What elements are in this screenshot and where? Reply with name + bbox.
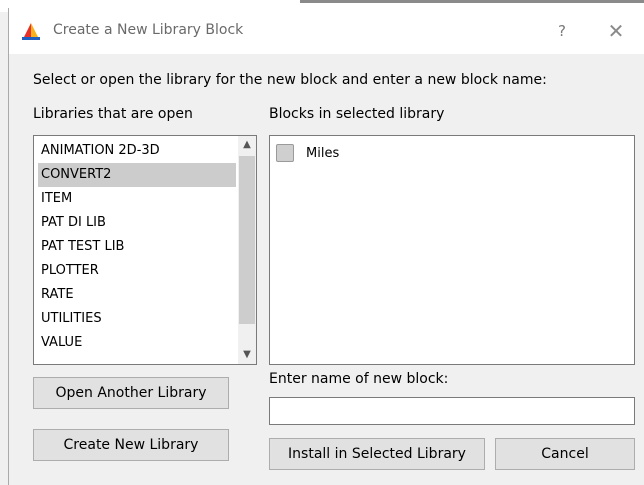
library-item[interactable]: ANIMATION 2D-3D <box>38 139 236 163</box>
title-bar[interactable]: Create a New Library Block ? ✕ <box>9 8 644 54</box>
block-item[interactable]: Miles <box>276 143 339 163</box>
block-item-label: Miles <box>306 145 340 161</box>
blocks-listbox[interactable]: Miles <box>269 135 635 365</box>
library-item[interactable]: PLOTTER <box>38 259 236 283</box>
libraries-listbox[interactable]: ANIMATION 2D-3D CONVERT2 ITEM PAT DI LIB… <box>33 135 257 365</box>
library-item[interactable]: RATE <box>38 283 236 307</box>
libraries-scrollbar[interactable]: ▲ ▼ <box>238 136 256 364</box>
create-new-library-button[interactable]: Create New Library <box>33 429 229 461</box>
new-block-name-input[interactable] <box>269 397 635 425</box>
library-item[interactable]: UTILITIES <box>38 307 236 331</box>
block-icon <box>276 144 294 162</box>
install-in-selected-library-button[interactable]: Install in Selected Library <box>269 438 485 470</box>
library-item[interactable]: PAT DI LIB <box>38 211 236 235</box>
scrollbar-thumb[interactable] <box>239 156 255 324</box>
library-item[interactable]: ITEM <box>38 187 236 211</box>
create-library-block-dialog: Create a New Library Block ? ✕ Select or… <box>8 8 644 485</box>
close-button[interactable]: ✕ <box>603 18 629 44</box>
chevron-down-icon[interactable]: ▼ <box>238 346 256 364</box>
open-another-library-button[interactable]: Open Another Library <box>33 377 229 409</box>
help-button[interactable]: ? <box>552 20 572 42</box>
app-logo-icon <box>22 23 40 40</box>
cancel-button[interactable]: Cancel <box>495 438 635 470</box>
blocks-in-library-label: Blocks in selected library <box>269 106 445 122</box>
dialog-title: Create a New Library Block <box>53 22 244 38</box>
libraries-open-label: Libraries that are open <box>33 106 193 122</box>
library-item[interactable]: VALUE <box>38 331 236 355</box>
new-block-name-label: Enter name of new block: <box>269 371 449 387</box>
background-window <box>0 0 8 485</box>
background-window-edge <box>300 0 644 3</box>
library-item[interactable]: PAT TEST LIB <box>38 235 236 259</box>
chevron-up-icon[interactable]: ▲ <box>238 136 256 154</box>
instruction-text: Select or open the library for the new b… <box>33 72 547 88</box>
library-item-selected[interactable]: CONVERT2 <box>38 163 236 187</box>
